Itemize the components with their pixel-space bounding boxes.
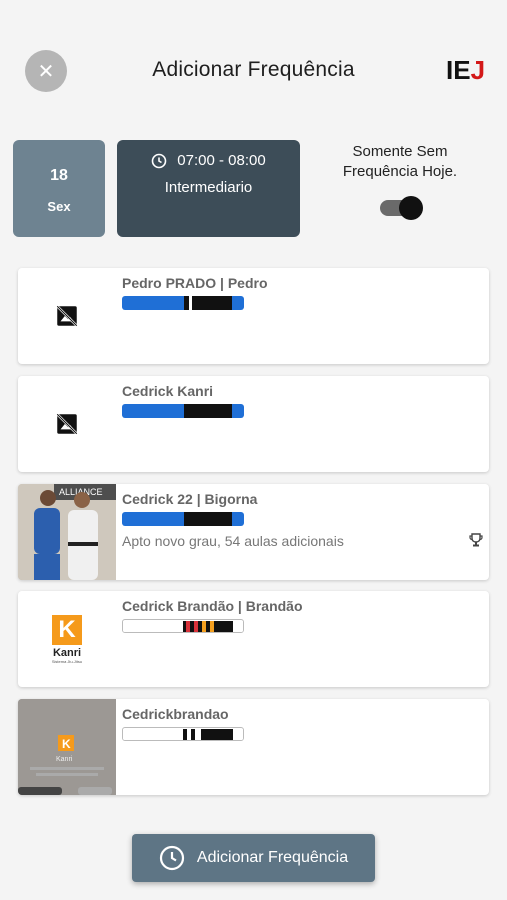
belt-rank <box>122 296 244 310</box>
student-name: Pedro PRADO | Pedro <box>122 275 268 291</box>
brand-logo: IE J <box>446 52 486 88</box>
kanri-logo: K Kanri Sistema Jiu-Jitsu <box>47 614 87 664</box>
no-image-icon <box>56 305 78 327</box>
student-card[interactable]: Pedro PRADO | Pedro <box>18 268 489 364</box>
belt-rank <box>122 619 244 633</box>
student-photo: K Kanri <box>18 699 116 795</box>
kanri-logo-mark: K <box>52 614 82 645</box>
logo-text-a: IE <box>446 54 471 85</box>
class-selector[interactable]: 07:00 - 08:00 Intermediario <box>117 140 300 237</box>
student-card[interactable]: ALLIANCE Cedrick 22 | Bigorna Apto novo … <box>18 484 489 580</box>
add-attendance-button[interactable]: Adicionar Frequência <box>132 834 375 882</box>
screenshot-logo-name: Kanri <box>56 756 73 763</box>
clock-icon <box>151 153 167 168</box>
toggle-thumb <box>399 196 423 220</box>
logo-text-b: J <box>470 54 486 85</box>
belt-rank <box>122 727 244 741</box>
student-status: Apto novo grau, 54 aulas adicionais <box>122 533 344 549</box>
toggle-label-line2: Frequência Hoje. <box>342 163 458 180</box>
toggle-label-line1: Somente Sem <box>352 143 448 160</box>
screenshot-logo-mark: K <box>62 737 71 751</box>
student-thumbnail <box>18 376 116 472</box>
student-name: Cedrick Kanri <box>122 383 214 399</box>
student-name: Cedrick 22 | Bigorna <box>122 491 258 507</box>
student-photo: ALLIANCE <box>18 484 116 580</box>
no-image-icon <box>56 413 78 435</box>
student-card[interactable]: K Kanri Sistema Jiu-Jitsu Cedrick Brandã… <box>18 591 489 687</box>
class-time: 07:00 - 08:00 <box>177 152 266 169</box>
header: ✕ Adicionar Frequência IE J <box>0 0 507 140</box>
student-name: Cedrick Brandão | Brandão <box>122 598 303 614</box>
student-name: Cedrickbrandao <box>122 706 229 722</box>
date-day: 18 <box>50 167 68 184</box>
student-thumbnail: K Kanri Sistema Jiu-Jitsu <box>18 591 116 687</box>
belt-rank <box>122 512 244 526</box>
add-attendance-label: Adicionar Frequência <box>196 849 349 866</box>
filter-toggle-label: Somente Sem Frequência Hoje. <box>330 142 470 182</box>
kanri-logo-sub: Sistema Jiu-Jitsu <box>51 658 83 664</box>
student-card[interactable]: Cedrick Kanri <box>18 376 489 472</box>
student-thumbnail: K Kanri <box>18 699 116 795</box>
student-thumbnail <box>18 268 116 364</box>
date-selector[interactable]: 18 Sex <box>13 140 105 237</box>
class-level: Intermediario <box>164 179 253 196</box>
kanri-logo-name: Kanri <box>52 646 82 659</box>
clock-icon <box>159 845 184 871</box>
student-thumbnail: ALLIANCE <box>18 484 116 580</box>
trophy-icon <box>469 533 483 547</box>
student-card[interactable]: K Kanri Cedrickbrandao <box>18 699 489 795</box>
date-weekday: Sex <box>47 199 71 214</box>
filter-toggle[interactable] <box>380 196 424 220</box>
class-time-row: 07:00 - 08:00 <box>117 152 300 169</box>
page-title: Adicionar Frequência <box>152 58 355 81</box>
belt-rank <box>122 404 244 418</box>
